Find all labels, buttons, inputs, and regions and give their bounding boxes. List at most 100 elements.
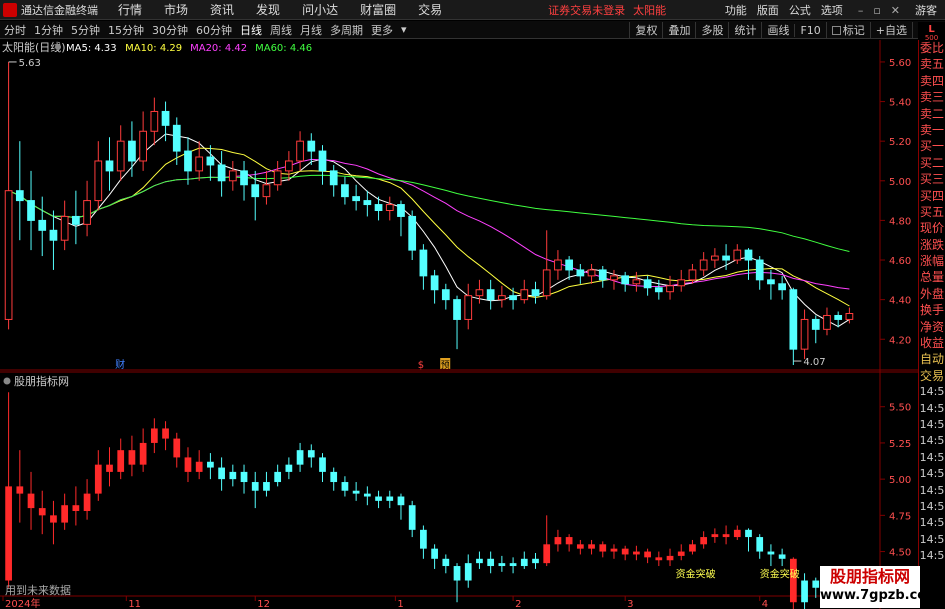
sub-body (61, 505, 69, 523)
menu-item-options[interactable]: 选项 (821, 2, 843, 18)
period-tab[interactable]: 月线 (296, 22, 326, 38)
candle-body (811, 318, 820, 330)
app-title: 通达信金融终端 (21, 3, 98, 17)
close-icon[interactable]: ✕ (891, 4, 900, 17)
menu-item-formula[interactable]: 公式 (789, 2, 811, 18)
sub-body (520, 558, 528, 567)
y-tick-label: 4.20 (889, 335, 911, 346)
candle-body (711, 255, 719, 261)
level-badge[interactable]: L 500 (918, 22, 945, 42)
sidebar-time: 14:5 (919, 549, 945, 563)
guest-label[interactable]: 游客 (915, 2, 937, 18)
sub-body (442, 558, 450, 567)
menu-bar: 通达信金融终端 行情 市场 资讯 发现 问小达 财富圈 交易 证券交易未登录 太… (0, 0, 945, 20)
period-tab[interactable]: 5分钟 (67, 22, 104, 38)
y-tick-label: 5.50 (889, 403, 911, 414)
sidebar-time: 14:5 (919, 467, 945, 481)
overlay-button[interactable]: 叠加 (662, 22, 695, 38)
sidebar-tab[interactable]: 自动 (919, 351, 945, 367)
ma-line (8, 133, 850, 328)
sub-body (745, 529, 752, 538)
candle-body (363, 200, 372, 206)
sidebar-item: 换手 (919, 303, 944, 318)
sidebar-item: 买五 (919, 204, 944, 219)
add-watchlist-button[interactable]: +自选 (869, 22, 912, 38)
ma-legend: MA5: 4.33 (66, 43, 117, 54)
candle-body (296, 140, 304, 162)
period-tab-active[interactable]: 日线 (236, 22, 266, 38)
period-tab[interactable]: 多周期 (326, 22, 367, 38)
sub-body (711, 534, 719, 538)
candle-body (767, 279, 775, 285)
sidebar-item: 涨跌 (919, 237, 944, 252)
kline-chart[interactable]: 太阳能(日线) MA5: 4.33 MA10: 4.29 MA20: 4.42 MA60… (0, 40, 918, 609)
login-status[interactable]: 证券交易未登录 (548, 2, 625, 18)
more-dropdown-icon[interactable]: ▾ (397, 23, 411, 36)
period-tab[interactable]: 1分钟 (30, 22, 67, 38)
mark-button[interactable]: 标记 (825, 22, 870, 38)
menu-item-wealth[interactable]: 财富圈 (360, 1, 396, 18)
candle-body (845, 313, 854, 320)
menu-item-layout[interactable]: 版面 (757, 2, 779, 18)
period-tab[interactable]: 分时 (0, 22, 30, 38)
candle-body (744, 249, 753, 261)
sub-body (330, 471, 338, 483)
sub-body (532, 558, 539, 564)
y-tick-label: 5.60 (889, 58, 911, 69)
sub-body (83, 493, 91, 511)
sidebar-time: 14:5 (919, 450, 945, 464)
sidebar-tab[interactable]: 交易 (919, 368, 945, 384)
legend-dot-icon (55, 44, 61, 50)
menu-item-exchange[interactable]: 市场 (164, 1, 188, 18)
event-marker-finance: 财 (115, 358, 125, 371)
candle-body (408, 215, 417, 251)
rights-button[interactable]: 复权 (629, 22, 662, 38)
sidebar-item: 买三 (919, 172, 944, 187)
sidebar-item: 买四 (919, 188, 944, 203)
menu-item-trade[interactable]: 交易 (418, 1, 442, 18)
sub-body (677, 551, 685, 556)
sub-body (38, 508, 46, 516)
candle-body (610, 275, 618, 281)
candle-body (699, 259, 708, 271)
candle-body (352, 196, 360, 202)
ma-legend: MA10: 4.29 (125, 43, 182, 54)
period-tab[interactable]: 周线 (266, 22, 296, 38)
sidebar-item: 买二 (919, 155, 944, 170)
candle-body (598, 269, 607, 281)
period-tab[interactable]: 30分钟 (148, 22, 192, 38)
candle-body (778, 283, 786, 291)
menu-item-ask[interactable]: 问小达 (302, 1, 338, 18)
candle-body (475, 289, 484, 297)
y-tick-label: 4.80 (889, 216, 911, 227)
sidebar-item: 卖四 (919, 73, 944, 88)
minimize-icon[interactable]: – (858, 4, 864, 17)
sub-body (554, 537, 562, 545)
candle-body (419, 249, 428, 277)
f10-button[interactable]: F10 (794, 23, 825, 37)
period-tab[interactable]: 15分钟 (104, 22, 148, 38)
candle-body (60, 215, 69, 241)
sub-body (633, 551, 640, 555)
draw-line-button[interactable]: 画线 (761, 22, 794, 38)
menu-item-discover[interactable]: 发现 (256, 1, 280, 18)
multi-stock-button[interactable]: 多股 (695, 22, 728, 38)
x-axis-label: 11 (128, 599, 141, 609)
candle-body (498, 295, 506, 301)
candle-body (531, 289, 540, 297)
stats-button[interactable]: 统计 (728, 22, 761, 38)
sub-body (689, 544, 696, 552)
sub-body (801, 580, 808, 603)
sub-body (195, 461, 203, 472)
period-tab-more[interactable]: 更多 (367, 22, 397, 38)
menu-item-function[interactable]: 功能 (725, 2, 747, 18)
candle-body (587, 269, 596, 277)
menu-item-market[interactable]: 行情 (118, 1, 142, 18)
restore-icon[interactable]: ▫ (873, 4, 880, 17)
sidebar-item: 卖三 (919, 90, 944, 105)
menu-item-news[interactable]: 资讯 (210, 1, 234, 18)
candle-body (38, 219, 47, 231)
candle-body (4, 190, 13, 320)
period-tab[interactable]: 60分钟 (192, 22, 236, 38)
candle-body (441, 289, 450, 301)
